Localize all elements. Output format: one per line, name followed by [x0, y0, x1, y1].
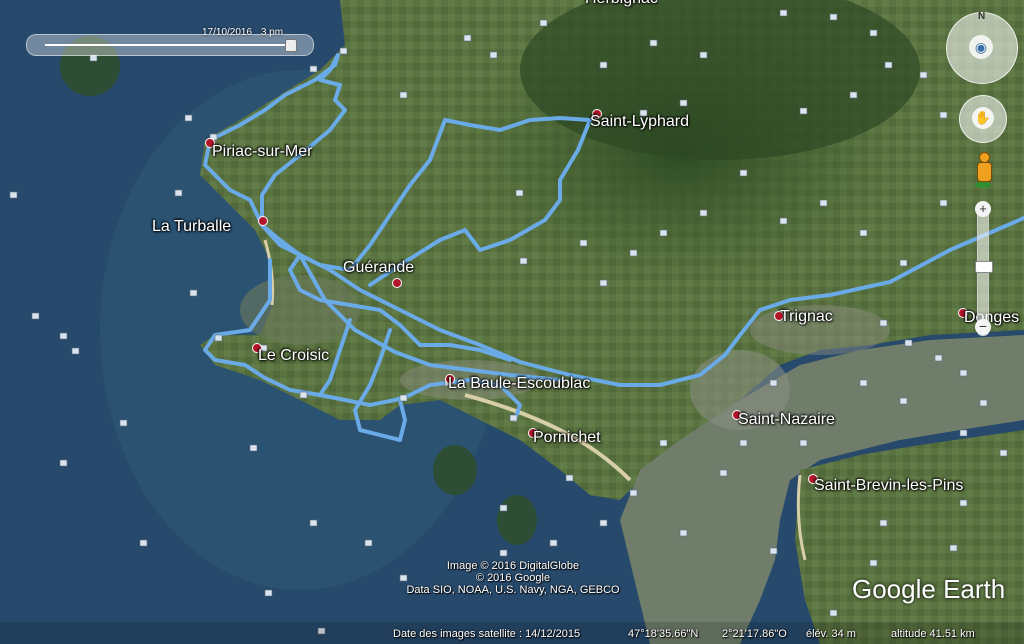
zoom-out-button[interactable]: − — [975, 319, 991, 335]
satellite-map[interactable] — [0, 0, 1024, 644]
latitude-readout: 47°18'35.66"N — [628, 628, 699, 640]
imagery-date: Date des images satellite : 14/12/2015 — [393, 628, 581, 640]
place-saint-brevin-les-pins[interactable]: Saint-Brevin-les-Pins — [814, 477, 963, 495]
copyright-line-3: Data SIO, NOAA, U.S. Navy, NGA, GEBCO — [406, 584, 620, 596]
zoom-in-button[interactable]: + — [975, 201, 991, 217]
time-slider-track[interactable] — [45, 44, 295, 46]
altitude-readout: altitude 41.51 km — [891, 628, 975, 640]
place-la-baule-escoublac[interactable]: La Baule-Escoublac — [448, 375, 590, 393]
place-saint-lyphard[interactable]: Saint-Lyphard — [590, 113, 689, 131]
place-pornichet[interactable]: Pornichet — [533, 429, 601, 447]
place-trignac[interactable]: Trignac — [780, 308, 833, 326]
street-view-pegman-icon[interactable] — [975, 152, 992, 190]
imagery-copyright: Image © 2016 DigitalGlobe © 2016 Google … — [392, 560, 634, 596]
hand-icon: ✋ — [972, 107, 994, 129]
place-le-croisic[interactable]: Le Croisic — [258, 347, 329, 365]
place-guerande[interactable]: Guérande — [343, 259, 414, 277]
place-dot[interactable] — [258, 216, 268, 226]
islet — [497, 495, 537, 545]
islet — [433, 445, 477, 495]
north-indicator[interactable]: N — [978, 11, 985, 22]
google-earth-logo: Google Earth — [852, 574, 1006, 604]
salt-marsh — [240, 275, 360, 345]
time-slider-date: 17/10/2016 — [202, 27, 253, 38]
copyright-line-2: © 2016 Google — [475, 572, 551, 584]
time-slider-hour: 3 pm — [260, 27, 284, 38]
place-donges[interactable]: Donges — [964, 309, 1019, 327]
time-slider-handle[interactable] — [285, 39, 297, 52]
place-piriac-sur-mer[interactable]: Piriac-sur-Mer — [212, 143, 312, 161]
place-saint-nazaire[interactable]: Saint-Nazaire — [738, 411, 835, 429]
copyright-line-1: Image © 2016 DigitalGlobe — [446, 560, 580, 572]
elevation-readout: élév. 34 m — [806, 628, 856, 640]
eye-icon: ◉ — [969, 35, 993, 59]
longitude-readout: 2°21'17.86"O — [722, 628, 787, 640]
place-herbignac[interactable]: Herbignac — [585, 0, 658, 8]
move-joystick[interactable]: ✋ — [959, 95, 1007, 143]
zoom-handle[interactable] — [975, 261, 993, 273]
place-la-turballe[interactable]: La Turballe — [152, 218, 231, 236]
look-compass[interactable]: N ◉ — [946, 11, 1018, 84]
zoom-slider[interactable]: + − — [975, 201, 993, 336]
time-slider-label: 17/10/2016 3 pm — [202, 27, 283, 38]
place-dot[interactable] — [392, 278, 402, 288]
